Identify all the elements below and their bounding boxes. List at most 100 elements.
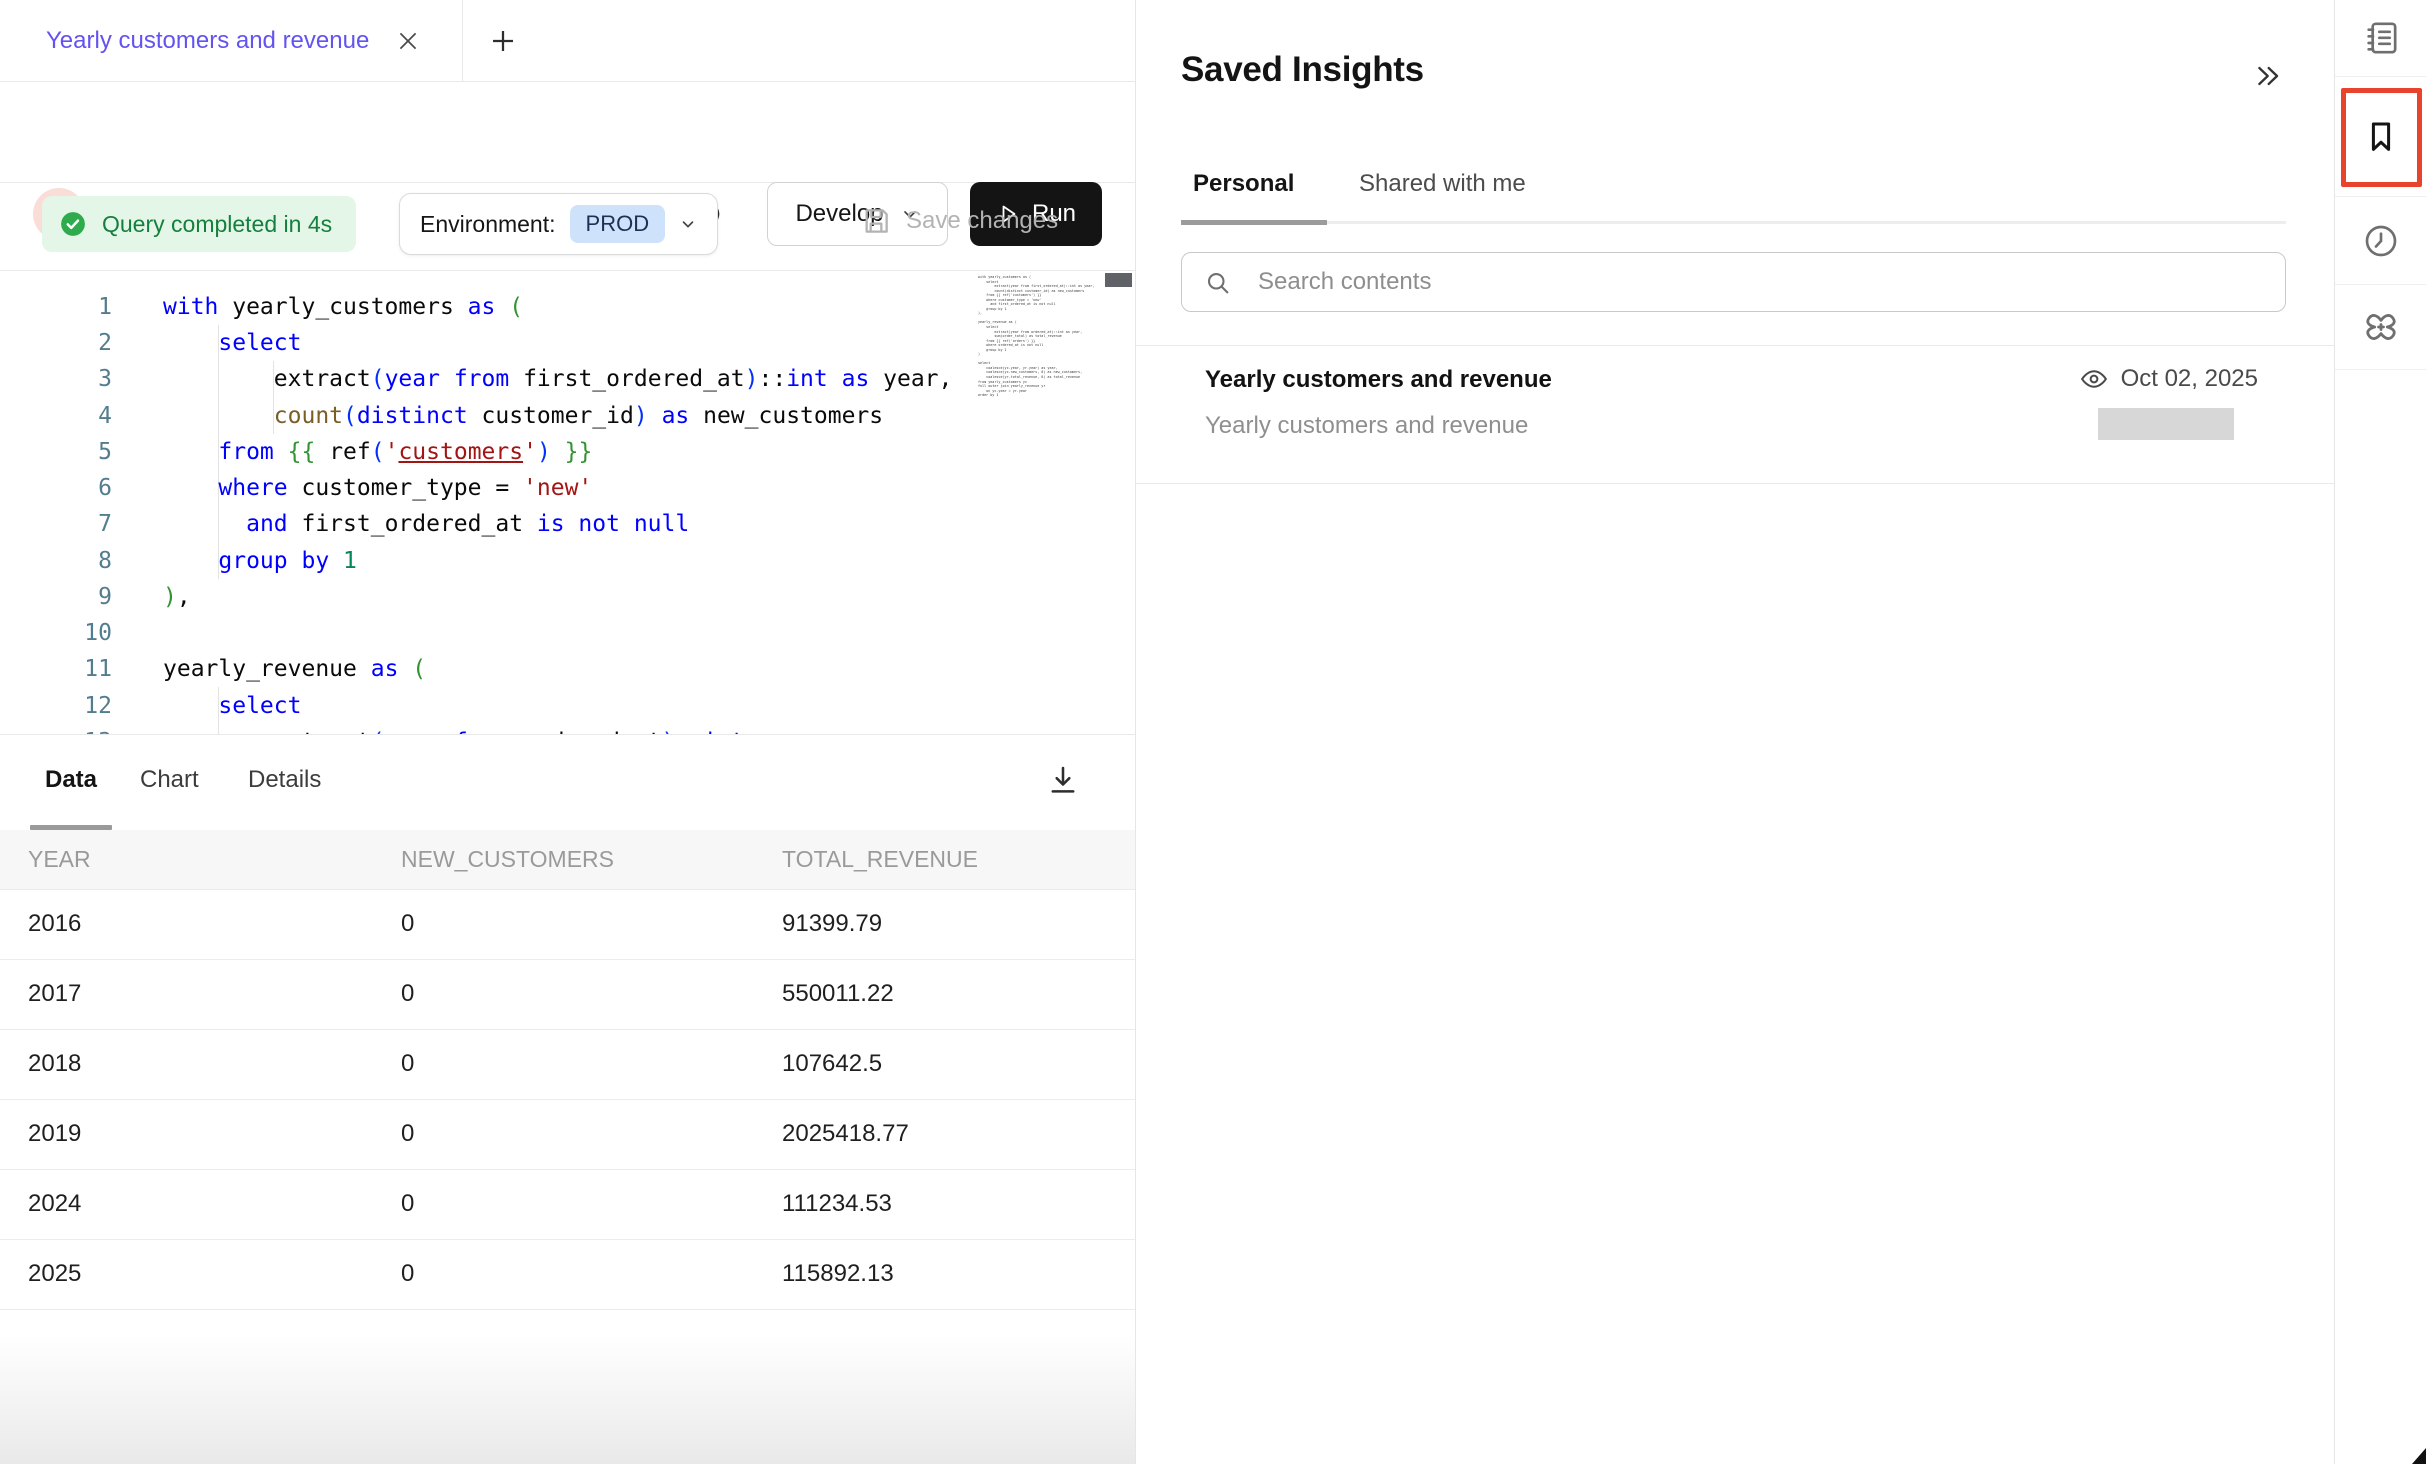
insight-item-date: Oct 02, 2025 xyxy=(2121,365,2258,393)
code-line: where customer_type = 'new' xyxy=(163,470,952,506)
table-row: 2017 0 550011.22 xyxy=(0,960,1135,1030)
insight-item-title: Yearly customers and revenue xyxy=(1205,366,1552,394)
save-changes-button[interactable]: Save changes xyxy=(860,205,1058,237)
code-line: count(distinct customer_id) as new_custo… xyxy=(163,398,952,434)
sidebar-item-integrations[interactable] xyxy=(2335,285,2426,370)
new-tab-button[interactable] xyxy=(482,20,524,62)
environment-value-badge: PROD xyxy=(570,205,666,243)
insight-item-subtitle: Yearly customers and revenue xyxy=(1205,412,1528,440)
close-tab-icon[interactable] xyxy=(395,28,421,54)
clock-icon xyxy=(2361,221,2401,261)
tab-chart[interactable]: Chart xyxy=(140,766,199,794)
saved-insights-panel: Saved Insights Personal Shared with me Y… xyxy=(1136,0,2334,1464)
download-icon[interactable] xyxy=(1042,759,1084,801)
query-status-text: Query completed in 4s xyxy=(102,211,332,238)
query-status-pill: Query completed in 4s xyxy=(42,196,356,252)
table-cell: 2019 xyxy=(28,1120,81,1148)
table-cell: 91399.79 xyxy=(782,910,882,938)
code-lines: with yearly_customers as ( select extrac… xyxy=(163,289,952,735)
table-cell: 2016 xyxy=(28,910,81,938)
loading-skeleton xyxy=(2098,408,2234,440)
code-line: extract(year from ordered_at)::int as ye… xyxy=(163,724,952,735)
save-icon xyxy=(860,205,892,237)
table-cell: 2025 xyxy=(28,1260,81,1288)
code-line: select xyxy=(163,325,952,361)
table-cell: 111234.53 xyxy=(782,1190,892,1218)
insight-item-meta: Oct 02, 2025 xyxy=(2079,364,2258,394)
bottom-fade xyxy=(0,1334,1135,1464)
column-header-year: YEAR xyxy=(28,846,91,873)
insight-list-item[interactable]: Yearly customers and revenue Oct 02, 202… xyxy=(1136,346,2334,483)
table-cell: 0 xyxy=(401,1190,414,1218)
table-cell: 107642.5 xyxy=(782,1050,882,1078)
code-line: group by 1 xyxy=(163,543,952,579)
table-cell: 0 xyxy=(401,1050,414,1078)
code-line: and first_ordered_at is not null xyxy=(163,506,952,542)
tab-yearly-customers-and-revenue[interactable]: Yearly customers and revenue xyxy=(0,0,463,82)
search-icon xyxy=(1204,269,1232,297)
column-header-total-revenue: TOTAL_REVENUE xyxy=(782,846,978,873)
tab-shared-with-me[interactable]: Shared with me xyxy=(1359,170,1526,198)
check-circle-icon xyxy=(58,209,88,239)
query-panel: Yearly customers and revenue BL Your sav… xyxy=(0,0,1136,1464)
status-row: Query completed in 4s Environment: PROD … xyxy=(0,183,1135,270)
table-cell: 0 xyxy=(401,1120,414,1148)
table-cell: 550011.22 xyxy=(782,980,894,1008)
table-row: 2019 0 2025418.77 xyxy=(0,1100,1135,1170)
code-line: from {{ ref('customers') }} xyxy=(163,434,952,470)
selected-highlight-outline xyxy=(2341,88,2422,187)
cursor-artifact xyxy=(2412,1448,2426,1464)
table-cell: 115892.13 xyxy=(782,1260,894,1288)
search-box xyxy=(1181,252,2286,312)
table-cell: 0 xyxy=(401,980,414,1008)
journal-icon xyxy=(2361,18,2401,58)
chevron-down-icon xyxy=(679,215,697,233)
results-table-header: YEAR NEW_CUSTOMERS TOTAL_REVENUE xyxy=(0,830,1135,890)
table-row: 2024 0 111234.53 xyxy=(0,1170,1135,1240)
table-cell: 2024 xyxy=(28,1190,81,1218)
tab-track xyxy=(1181,221,2286,224)
column-header-new-customers: NEW_CUSTOMERS xyxy=(401,846,614,873)
compass-x-icon xyxy=(2360,306,2402,348)
sql-editor[interactable]: 12345678910111213 with yearly_customers … xyxy=(0,270,1135,735)
code-line: select xyxy=(163,688,952,724)
active-tab-underline xyxy=(1181,220,1327,225)
table-row: 2018 0 107642.5 xyxy=(0,1030,1135,1100)
results-table-body: 2016 0 91399.79 2017 0 550011.22 2018 0 107642.5… xyxy=(0,890,1135,1310)
divider xyxy=(1136,483,2334,484)
table-cell: 0 xyxy=(401,910,414,938)
save-changes-label: Save changes xyxy=(906,207,1058,235)
results-tabbar: Data Chart Details xyxy=(0,735,1135,830)
eye-icon xyxy=(2079,364,2109,394)
code-line: yearly_revenue as ( xyxy=(163,651,952,687)
code-line xyxy=(163,615,952,651)
code-line: extract(year from first_ordered_at)::int… xyxy=(163,361,952,397)
table-row: 2016 0 91399.79 xyxy=(0,890,1135,960)
environment-label: Environment: xyxy=(420,211,556,238)
table-cell: 2017 xyxy=(28,980,81,1008)
tab-personal[interactable]: Personal xyxy=(1193,170,1294,198)
collapse-panel-icon[interactable] xyxy=(2248,56,2288,96)
editor-minimap[interactable]: with yearly_customers as ( select extrac… xyxy=(978,275,1100,398)
table-row: 2025 0 115892.13 xyxy=(0,1240,1135,1310)
panel-title: Saved Insights xyxy=(1181,50,1424,90)
search-input[interactable] xyxy=(1258,253,2258,311)
app-window: Yearly customers and revenue BL Your sav… xyxy=(0,0,2426,1464)
table-cell: 2018 xyxy=(28,1050,81,1078)
line-number-gutter: 12345678910111213 xyxy=(0,289,112,735)
sidebar-item-history[interactable] xyxy=(2335,197,2426,285)
editor-scrollbar-handle[interactable] xyxy=(1105,273,1132,287)
insight-toolbar: BL Your saved insight Develop Run xyxy=(0,82,1135,183)
table-cell: 2025418.77 xyxy=(782,1120,909,1148)
table-cell: 0 xyxy=(401,1260,414,1288)
right-icon-sidebar xyxy=(2334,0,2426,1464)
environment-selector[interactable]: Environment: PROD xyxy=(399,193,718,255)
code-line: ), xyxy=(163,579,952,615)
editor-tabbar: Yearly customers and revenue xyxy=(0,0,1135,82)
tab-title: Yearly customers and revenue xyxy=(46,27,369,55)
code-line: with yearly_customers as ( xyxy=(163,289,952,325)
sidebar-item-journal[interactable] xyxy=(2335,0,2426,77)
sidebar-item-saved-insights[interactable] xyxy=(2335,77,2426,197)
tab-data[interactable]: Data xyxy=(45,766,97,794)
tab-details[interactable]: Details xyxy=(248,766,321,794)
